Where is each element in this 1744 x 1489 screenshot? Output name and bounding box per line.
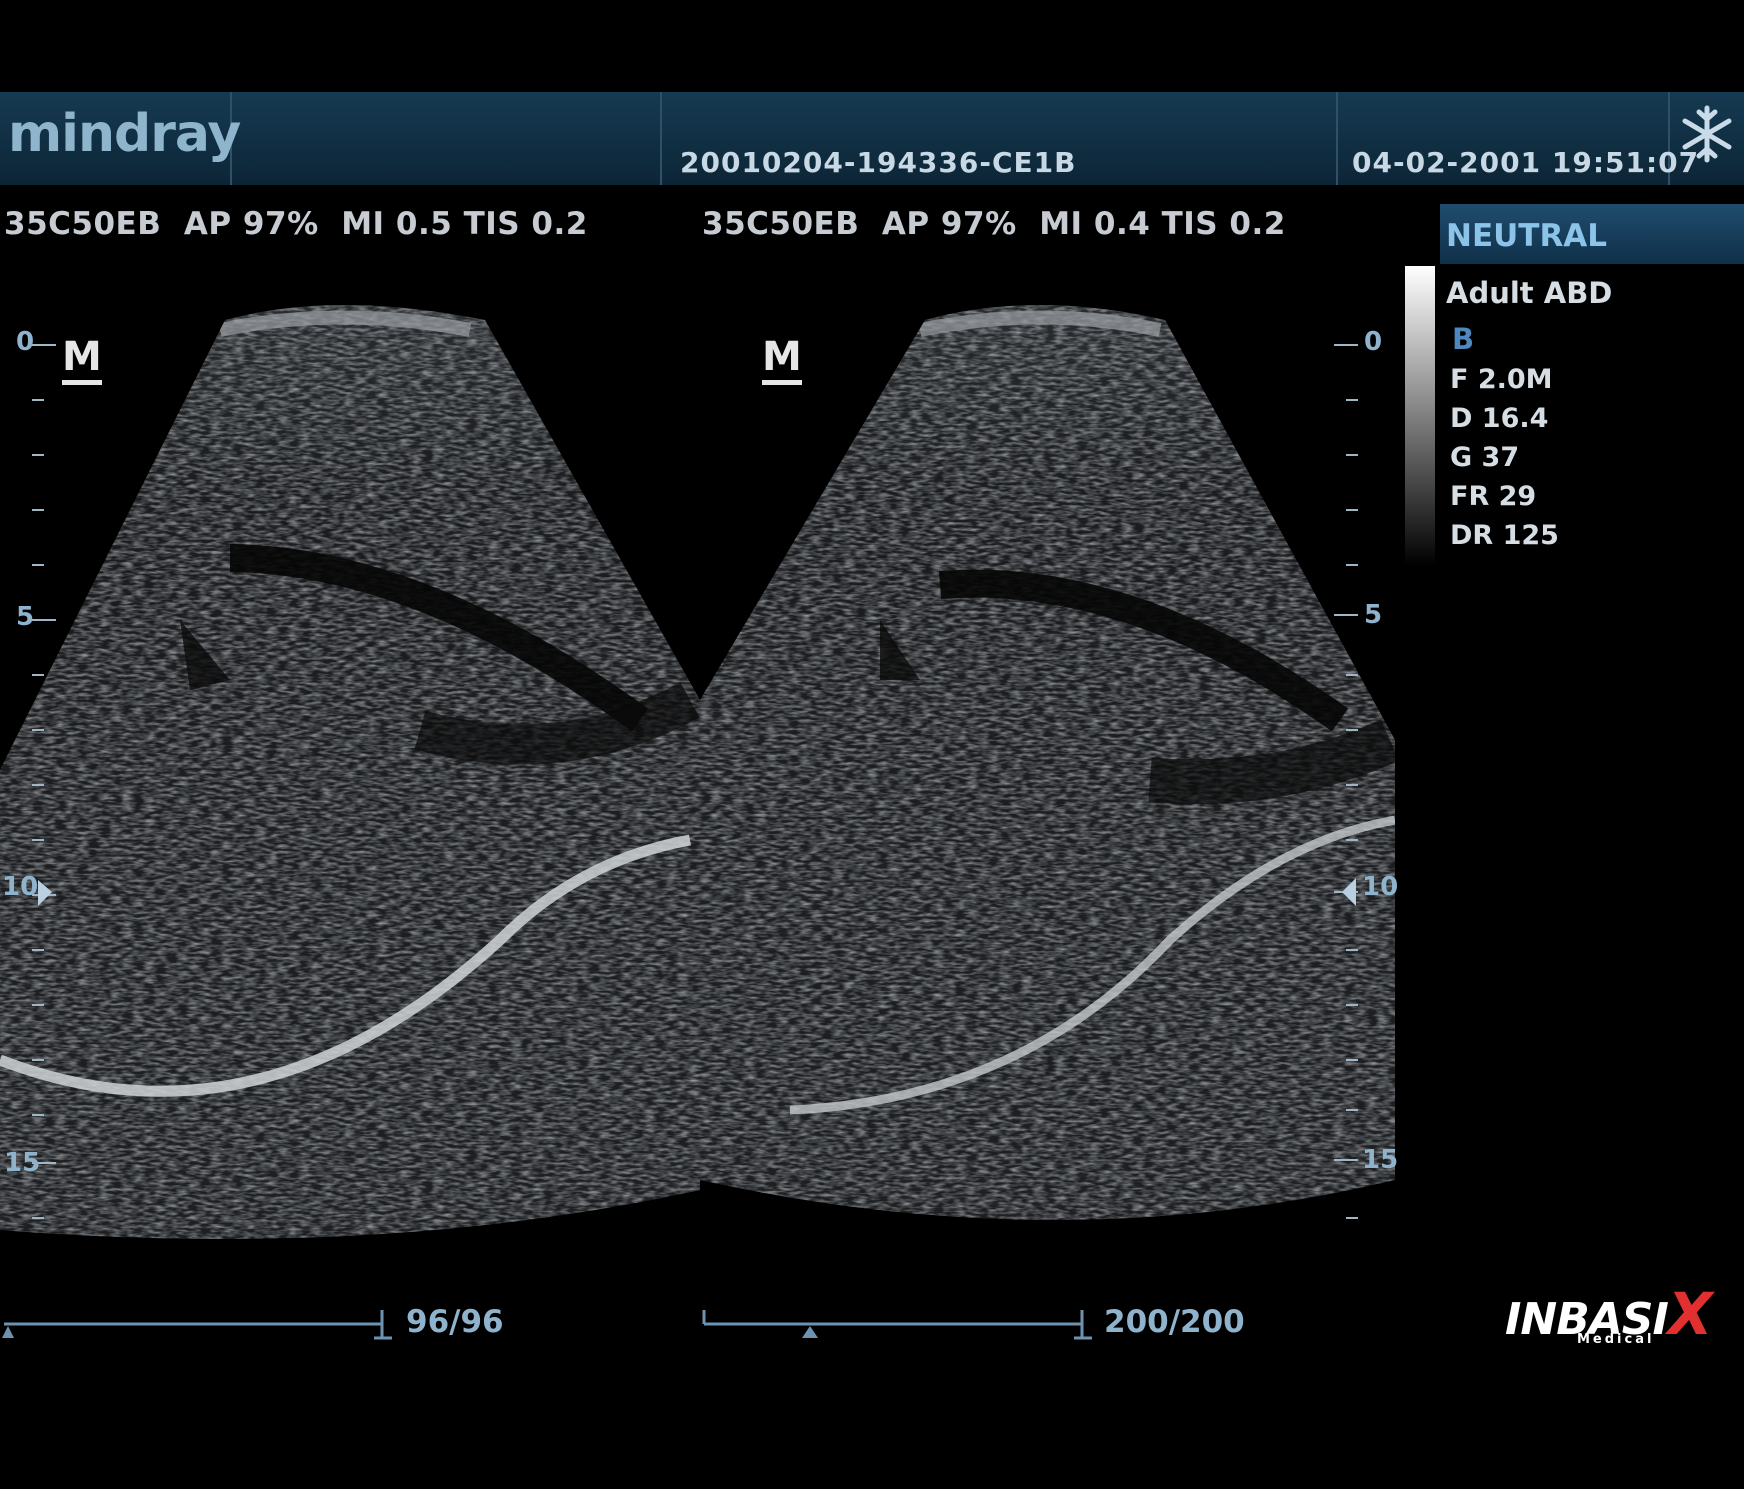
date-time: 04-02-2001 19:51:07 <box>1352 146 1700 179</box>
left-ultrasound-sector <box>0 305 700 1239</box>
ultrasound-images <box>0 305 1395 1239</box>
header-cell-empty <box>232 92 662 185</box>
right-depth-label-0: 0 <box>1364 327 1383 357</box>
imaging-mode: B <box>1452 322 1475 356</box>
right-orientation-mark: M <box>762 334 802 385</box>
cine-timelines <box>2 1310 1092 1340</box>
param-depth: D 16.4 <box>1450 403 1549 434</box>
left-cine-slider[interactable] <box>2 1326 14 1338</box>
param-frame-rate: FR 29 <box>1450 481 1537 512</box>
left-probe-info: 35C50EB AP 97% MI 0.5 TIS 0.2 <box>4 206 588 242</box>
watermark-x: X <box>1667 1280 1713 1348</box>
left-depth-label-15: 15 <box>4 1148 41 1178</box>
right-depth-label-10: 10 <box>1362 872 1399 902</box>
param-frequency: F 2.0M <box>1450 364 1553 395</box>
param-dynamic-range: DR 125 <box>1450 520 1559 551</box>
neutral-label: NEUTRAL <box>1446 218 1608 254</box>
study-id: 20010204-194336-CE1B <box>680 146 1077 179</box>
right-depth-label-5: 5 <box>1364 600 1383 630</box>
neutral-mode-header[interactable]: NEUTRAL <box>1440 204 1744 264</box>
inbasix-watermark: INBASIX Medical <box>1505 1280 1713 1348</box>
left-depth-label-0: 0 <box>16 327 35 357</box>
mindray-logo: mindray <box>8 104 241 164</box>
snowflake-icon[interactable] <box>1680 104 1734 164</box>
right-cine-slider[interactable] <box>802 1326 818 1338</box>
left-cine-counter: 96/96 <box>406 1304 504 1340</box>
right-ultrasound-sector <box>700 305 1395 1220</box>
grayscale-bar <box>1405 266 1435 566</box>
right-cine-counter: 200/200 <box>1104 1304 1245 1340</box>
left-depth-label-5: 5 <box>16 602 35 632</box>
left-orientation-mark: M <box>62 334 102 385</box>
right-probe-info: 35C50EB AP 97% MI 0.4 TIS 0.2 <box>702 206 1286 242</box>
watermark-sub: Medical <box>1577 1332 1655 1347</box>
right-depth-label-15: 15 <box>1362 1145 1399 1175</box>
left-depth-label-10: 10 <box>2 872 39 902</box>
param-gain: G 37 <box>1450 442 1520 473</box>
exam-preset: Adult ABD <box>1446 276 1613 310</box>
